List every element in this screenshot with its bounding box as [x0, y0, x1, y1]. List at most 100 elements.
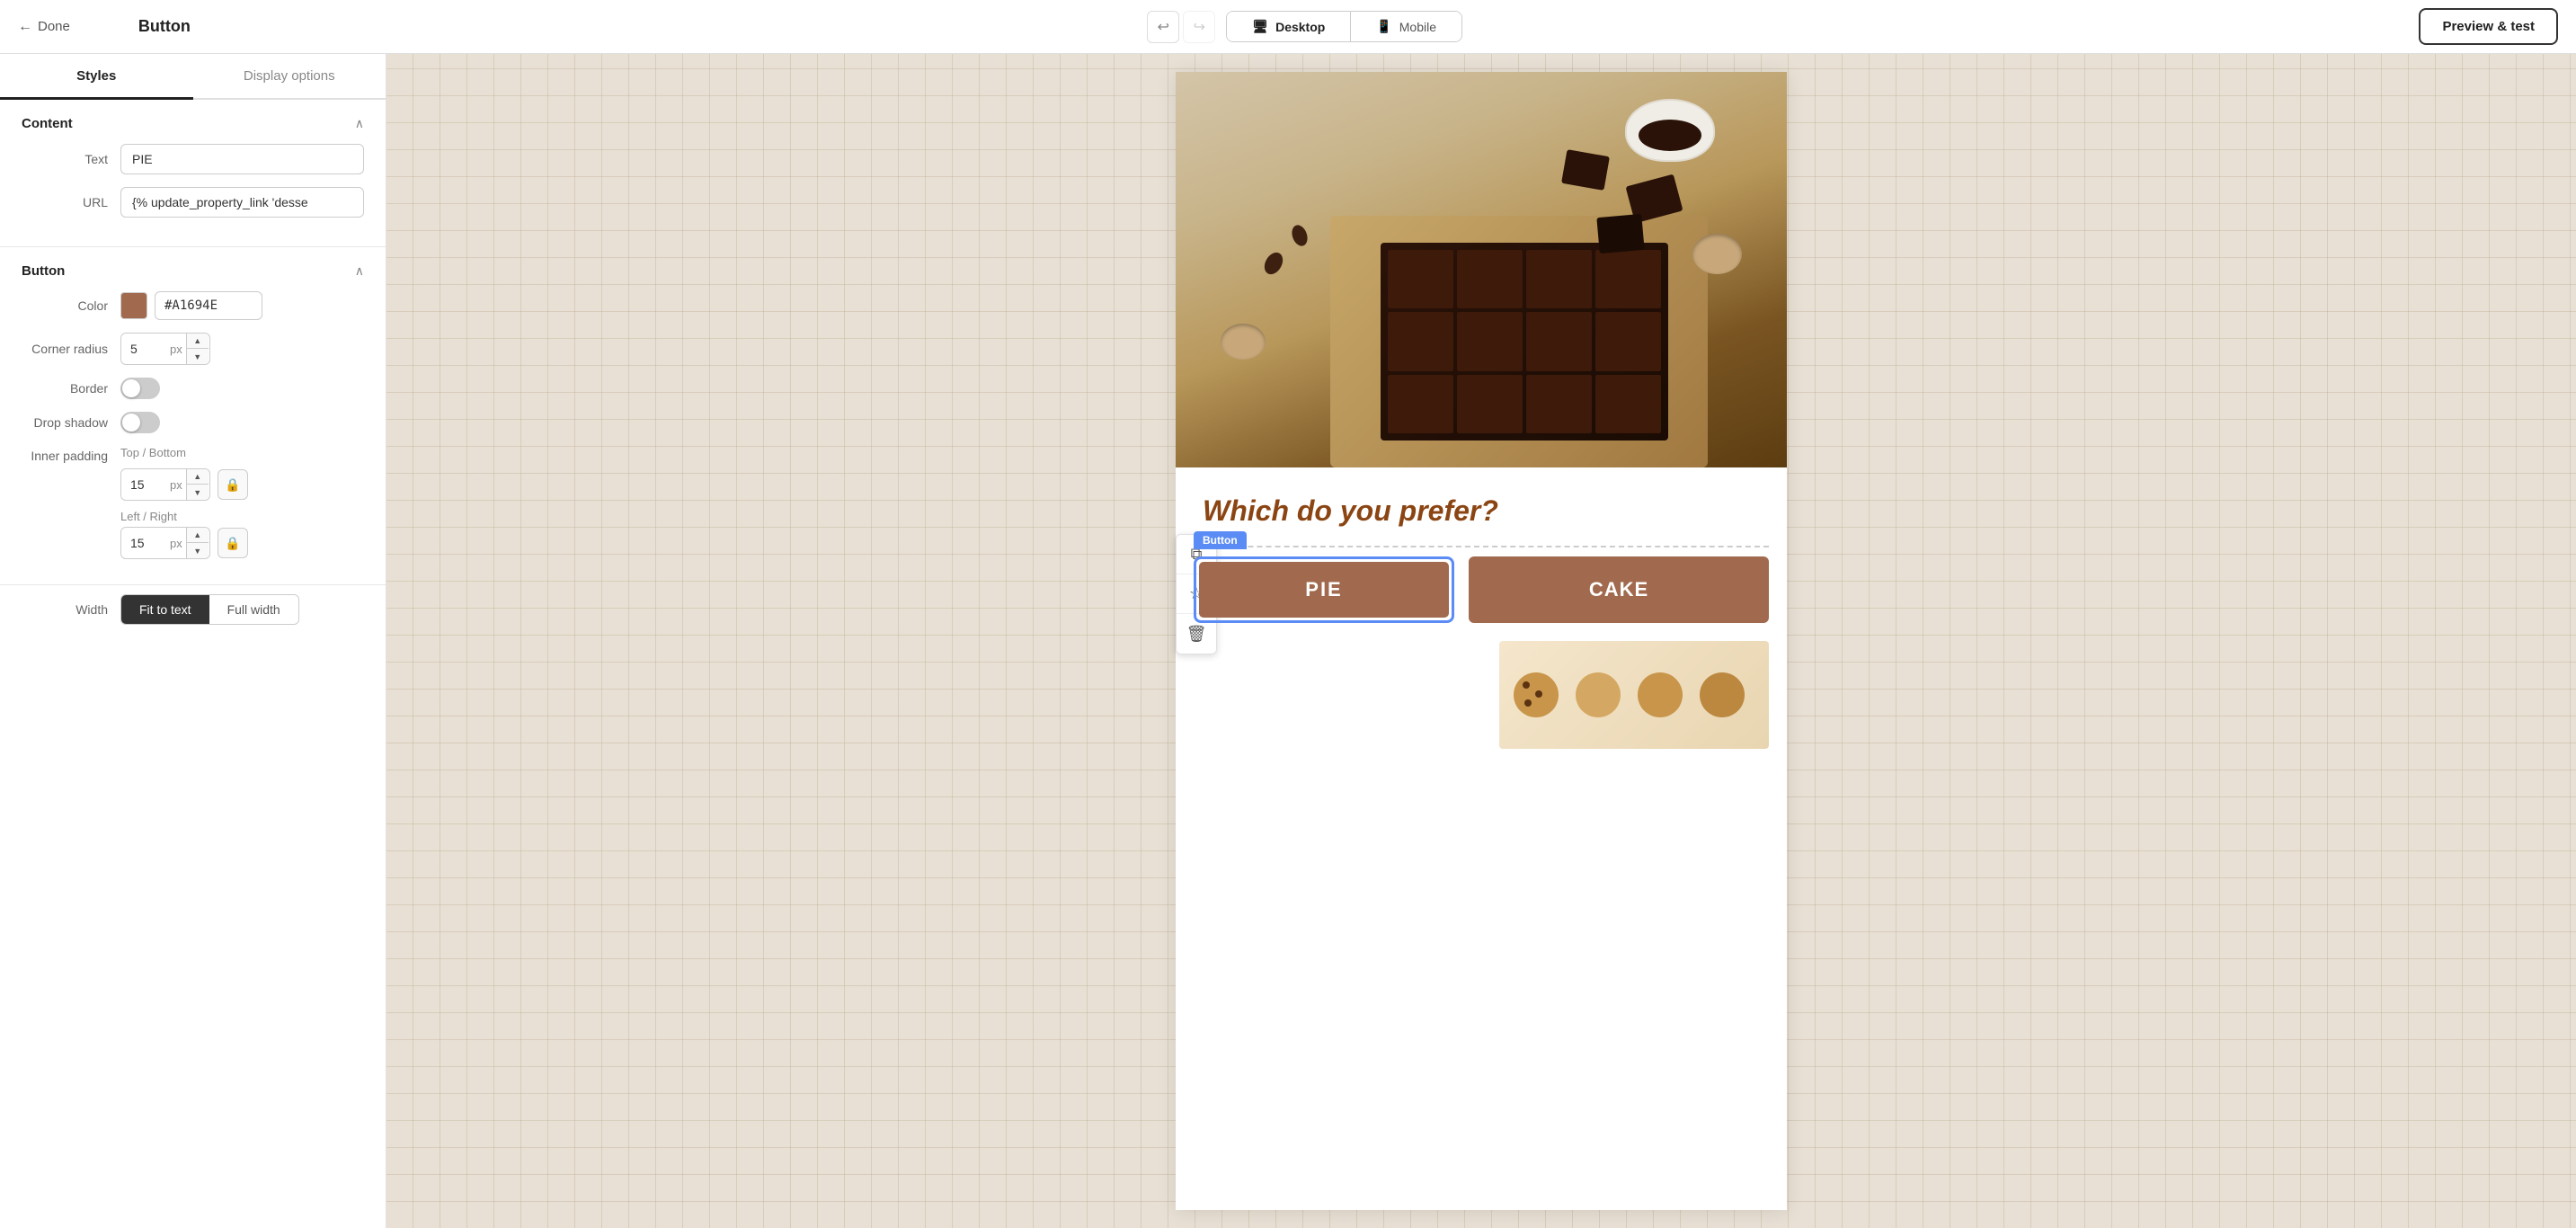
arrow-left-icon: ← — [18, 19, 32, 35]
pie-button-wrapper: Button PIE — [1194, 556, 1454, 623]
page-title: Button — [138, 17, 191, 36]
cookies-row — [1176, 641, 1787, 767]
left-right-down[interactable]: ▼ — [187, 543, 209, 558]
color-row: Color — [22, 291, 364, 320]
left-right-input-group: px ▲ ▼ — [120, 527, 210, 559]
top-bottom-down[interactable]: ▼ — [187, 485, 209, 500]
top-bottom-padding-row: px ▲ ▼ 🔒 — [120, 468, 364, 501]
content-section: Content ∧ Text URL — [0, 100, 386, 246]
fit-to-text-label: Fit to text — [139, 602, 191, 617]
cookies-image — [1499, 641, 1769, 749]
corner-radius-input[interactable] — [121, 335, 166, 362]
top-bottom-input-group: px ▲ ▼ — [120, 468, 210, 501]
text-row: Text — [22, 144, 364, 174]
desktop-view-button[interactable]: 🖥 Desktop — [1227, 12, 1351, 41]
text-label: Text — [22, 152, 120, 166]
drop-shadow-label: Drop shadow — [22, 415, 120, 430]
top-bottom-up[interactable]: ▲ — [187, 469, 209, 485]
top-bottom-padding-group: px ▲ ▼ 🔒 — [22, 468, 364, 501]
canvas-area: Which do you prefer? ⧉ ☆ 🗑 — [386, 54, 2576, 1228]
top-bottom-label: Top / Bottom — [120, 446, 186, 459]
tab-styles[interactable]: Styles — [0, 54, 193, 98]
url-label: URL — [22, 195, 120, 209]
content-card: Which do you prefer? ⧉ ☆ 🗑 — [1176, 72, 1787, 1210]
content-chevron[interactable]: ∧ — [355, 116, 364, 131]
top-bar: ← Done Button ↩ ↪ 🖥 Desktop 📱 Mobile Pre… — [0, 0, 2576, 54]
chocolate-bar — [1381, 243, 1668, 440]
width-toggle: Fit to text Full width — [120, 594, 299, 625]
inner-padding-row: Inner padding Top / Bottom — [22, 446, 364, 465]
tab-display-options[interactable]: Display options — [193, 54, 386, 98]
left-right-steppers: ▲ ▼ — [186, 528, 209, 558]
cake-label: CAKE — [1589, 578, 1648, 601]
top-bottom-input[interactable] — [121, 471, 166, 498]
inner-padding-label: Inner padding — [22, 449, 120, 463]
mobile-icon: 📱 — [1376, 19, 1391, 34]
color-picker-group — [120, 291, 262, 320]
url-row: URL — [22, 187, 364, 218]
corner-radius-steppers: ▲ ▼ — [186, 334, 209, 364]
width-label: Width — [22, 602, 120, 617]
view-toggle: 🖥 Desktop 📱 Mobile — [1226, 11, 1462, 42]
hero-image-inner — [1176, 72, 1787, 467]
left-right-input[interactable] — [121, 529, 166, 556]
hero-image — [1176, 72, 1787, 467]
corner-radius-up[interactable]: ▲ — [187, 334, 209, 349]
content-section-header: Content ∧ — [22, 116, 364, 131]
button-section: Button ∧ Color Corner radius px ▲ — [0, 247, 386, 584]
button-badge: Button — [1194, 531, 1247, 549]
full-width-button[interactable]: Full width — [209, 595, 298, 624]
desktop-icon: 🖥 — [1252, 19, 1268, 34]
done-button[interactable]: ← Done — [18, 19, 70, 35]
mobile-label: Mobile — [1399, 20, 1436, 34]
delete-icon: 🗑 — [1186, 625, 1207, 644]
left-right-label: Left / Right — [120, 510, 177, 523]
left-right-unit: px — [166, 537, 186, 550]
mobile-view-button[interactable]: 📱 Mobile — [1351, 12, 1461, 41]
corner-radius-label: Corner radius — [22, 342, 120, 356]
top-bar-left: ← Done Button — [18, 17, 191, 36]
content-section-title: Content — [22, 116, 73, 131]
top-bottom-unit: px — [166, 478, 186, 492]
color-hex-input[interactable] — [155, 291, 262, 320]
button-section-title: Button — [22, 263, 65, 279]
preview-label: Preview & test — [2442, 19, 2535, 34]
text-input[interactable] — [120, 144, 364, 174]
left-right-label-row: Left / Right — [120, 510, 364, 523]
pie-button[interactable]: PIE — [1199, 562, 1449, 618]
top-bar-center: ↩ ↪ 🖥 Desktop 📱 Mobile — [1147, 11, 1462, 43]
left-right-up[interactable]: ▲ — [187, 528, 209, 543]
cake-button[interactable]: CAKE — [1469, 556, 1769, 623]
full-width-label: Full width — [227, 602, 280, 617]
inner-padding-section: Inner padding Top / Bottom px ▲ ▼ — [22, 446, 364, 559]
left-panel: Styles Display options Content ∧ Text UR… — [0, 54, 386, 1228]
pie-button-selected-border: PIE — [1194, 556, 1454, 623]
corner-radius-input-group: px ▲ ▼ — [120, 333, 210, 365]
preview-test-button[interactable]: Preview & test — [2419, 8, 2558, 45]
border-label: Border — [22, 381, 120, 396]
bowl — [1625, 99, 1715, 162]
button-chevron[interactable]: ∧ — [355, 263, 364, 279]
color-label: Color — [22, 298, 120, 313]
top-bottom-steppers: ▲ ▼ — [186, 469, 209, 500]
main-layout: Styles Display options Content ∧ Text UR… — [0, 54, 2576, 1228]
fit-to-text-button[interactable]: Fit to text — [121, 595, 209, 624]
done-label: Done — [38, 19, 70, 34]
left-right-lock[interactable]: 🔒 — [218, 528, 248, 558]
pie-label: PIE — [1305, 578, 1342, 601]
button-section-header: Button ∧ — [22, 263, 364, 279]
desktop-label: Desktop — [1275, 20, 1325, 34]
border-row: Border — [22, 378, 364, 399]
question-text: Which do you prefer? — [1176, 467, 1787, 546]
border-toggle[interactable] — [120, 378, 160, 399]
url-input[interactable] — [120, 187, 364, 218]
drop-shadow-toggle[interactable] — [120, 412, 160, 433]
corner-radius-row: Corner radius px ▲ ▼ — [22, 333, 364, 365]
color-swatch[interactable] — [120, 292, 147, 319]
redo-button[interactable]: ↪ — [1183, 11, 1215, 43]
corner-radius-down[interactable]: ▼ — [187, 349, 209, 364]
undo-button[interactable]: ↩ — [1147, 11, 1179, 43]
buttons-row: ⧉ ☆ 🗑 Button PIE — [1176, 547, 1787, 641]
left-right-padding-row: px ▲ ▼ 🔒 — [120, 527, 364, 559]
top-bottom-lock[interactable]: 🔒 — [218, 469, 248, 500]
